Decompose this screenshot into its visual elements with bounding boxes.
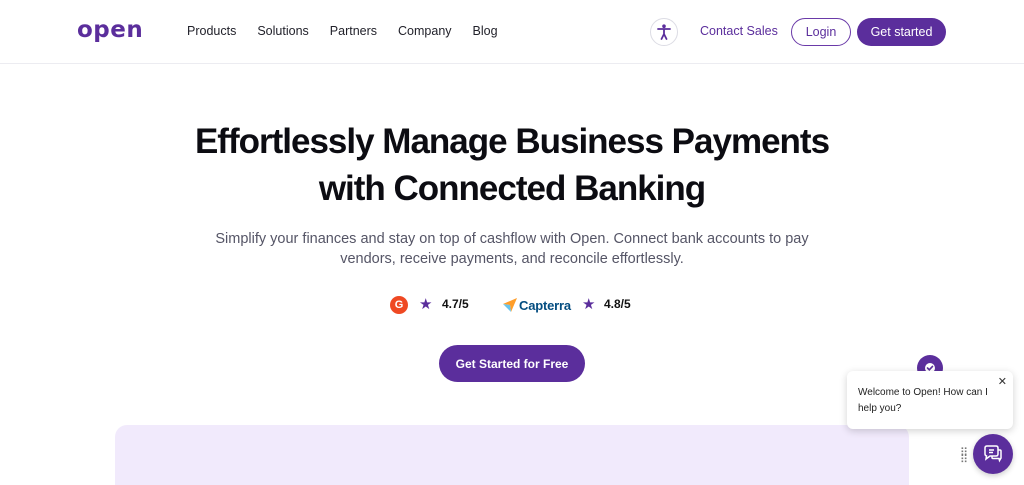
chat-welcome-message: Welcome to Open! How can I help you? — [858, 387, 988, 414]
login-button[interactable]: Login — [791, 18, 851, 46]
nav-partners[interactable]: Partners — [330, 24, 377, 38]
close-icon[interactable]: ✕ — [998, 374, 1007, 390]
hero-title: Effortlessly Manage Business Payments wi… — [0, 118, 1024, 212]
site-header: open Products Solutions Partners Company… — [0, 0, 1024, 64]
nav-company[interactable]: Company — [398, 24, 452, 38]
star-icon: ★ — [582, 296, 596, 313]
drag-handle-icon[interactable]: ⠿ ⠿ — [960, 448, 968, 466]
ratings-row: G ★ 4.7/5 Capterra ★ 4.8/5 — [390, 295, 640, 315]
chat-welcome-bubble[interactable]: ✕ Welcome to Open! How can I help you? — [847, 371, 1013, 429]
hero-title-line2: with Connected Banking — [318, 169, 706, 208]
nav-products[interactable]: Products — [187, 24, 236, 38]
open-logo[interactable]: open — [77, 17, 143, 43]
chat-launcher-button[interactable] — [973, 434, 1013, 474]
capterra-rating-value: 4.8/5 — [604, 297, 631, 311]
capterra-arrow-icon — [503, 298, 517, 312]
contact-sales-link[interactable]: Contact Sales — [700, 24, 778, 38]
star-icon: ★ — [419, 296, 433, 313]
nav-solutions[interactable]: Solutions — [257, 24, 308, 38]
g2-logo: G — [390, 296, 408, 314]
main-nav: Products Solutions Partners Company Blog — [187, 24, 519, 38]
hero-subtitle-line2: vendors, receive payments, and reconcile… — [340, 251, 684, 267]
hero-subtitle: Simplify your finances and stay on top o… — [212, 229, 812, 269]
get-started-free-button[interactable]: Get Started for Free — [439, 345, 585, 382]
hero-preview-panel — [115, 425, 909, 485]
capterra-logo-text: Capterra — [519, 297, 571, 313]
hero-subtitle-line1: Simplify your finances and stay on top o… — [215, 231, 809, 247]
accessibility-button[interactable] — [650, 18, 678, 46]
capterra-logo: Capterra — [503, 296, 571, 314]
accessibility-icon — [657, 24, 671, 40]
nav-blog[interactable]: Blog — [473, 24, 498, 38]
get-started-button[interactable]: Get started — [857, 18, 946, 46]
g2-rating-value: 4.7/5 — [442, 297, 469, 311]
hero-title-line1: Effortlessly Manage Business Payments — [194, 122, 830, 161]
chat-icon — [984, 445, 1002, 463]
